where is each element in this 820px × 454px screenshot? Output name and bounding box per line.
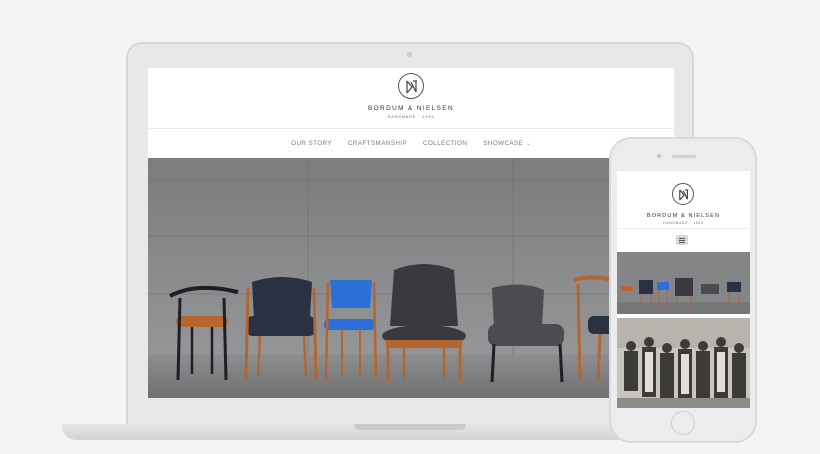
- laptop-camera: [407, 52, 412, 57]
- mobile-brand-logo-icon[interactable]: [672, 183, 694, 205]
- phone-camera: [657, 154, 661, 158]
- mobile-website: BORDUM & NIELSEN HANDMADE · 1945: [617, 171, 750, 408]
- nav-item-collection[interactable]: COLLECTION: [423, 140, 467, 147]
- nav-item-label: CRAFTSMANSHIP: [347, 140, 408, 147]
- hamburger-icon[interactable]: [676, 235, 688, 245]
- device-mockup: BORDUM & NIELSEN HANDMADE · 1945 OUR STO…: [0, 0, 820, 454]
- brand-name: BORDUM & NIELSEN: [368, 105, 454, 112]
- nav-item-craftsmanship[interactable]: CRAFTSMANSHIP: [348, 140, 407, 147]
- main-nav: OUR STORY CRAFTSMANSHIP COLLECTION SHOWC…: [148, 128, 674, 158]
- nav-item-our-story[interactable]: OUR STORY: [291, 140, 332, 147]
- mobile-workshop-photo: [617, 318, 750, 408]
- brand-tagline: HANDMADE · 1945: [387, 115, 435, 119]
- mobile-menu-bar: [617, 228, 750, 250]
- phone-home-button[interactable]: [671, 411, 695, 435]
- site-header: BORDUM & NIELSEN HANDMADE · 1945: [148, 68, 674, 128]
- nav-item-label: OUR STORY: [291, 140, 332, 147]
- mobile-brand-tagline: HANDMADE · 1945: [663, 221, 704, 225]
- nav-item-label: COLLECTION: [423, 140, 468, 147]
- mobile-hero-image: [617, 252, 750, 314]
- phone-speaker: [672, 155, 696, 158]
- hero-image: [148, 158, 674, 398]
- nav-item-showcase[interactable]: SHOWCASE ⌄: [483, 140, 531, 147]
- nav-item-label: SHOWCASE: [483, 140, 524, 147]
- mobile-brand-name: BORDUM & NIELSEN: [646, 213, 721, 219]
- brand-logo-icon[interactable]: [398, 73, 424, 99]
- desktop-website: BORDUM & NIELSEN HANDMADE · 1945 OUR STO…: [148, 68, 674, 398]
- laptop-notch: [354, 424, 466, 430]
- chevron-down-icon: ⌄: [526, 140, 531, 147]
